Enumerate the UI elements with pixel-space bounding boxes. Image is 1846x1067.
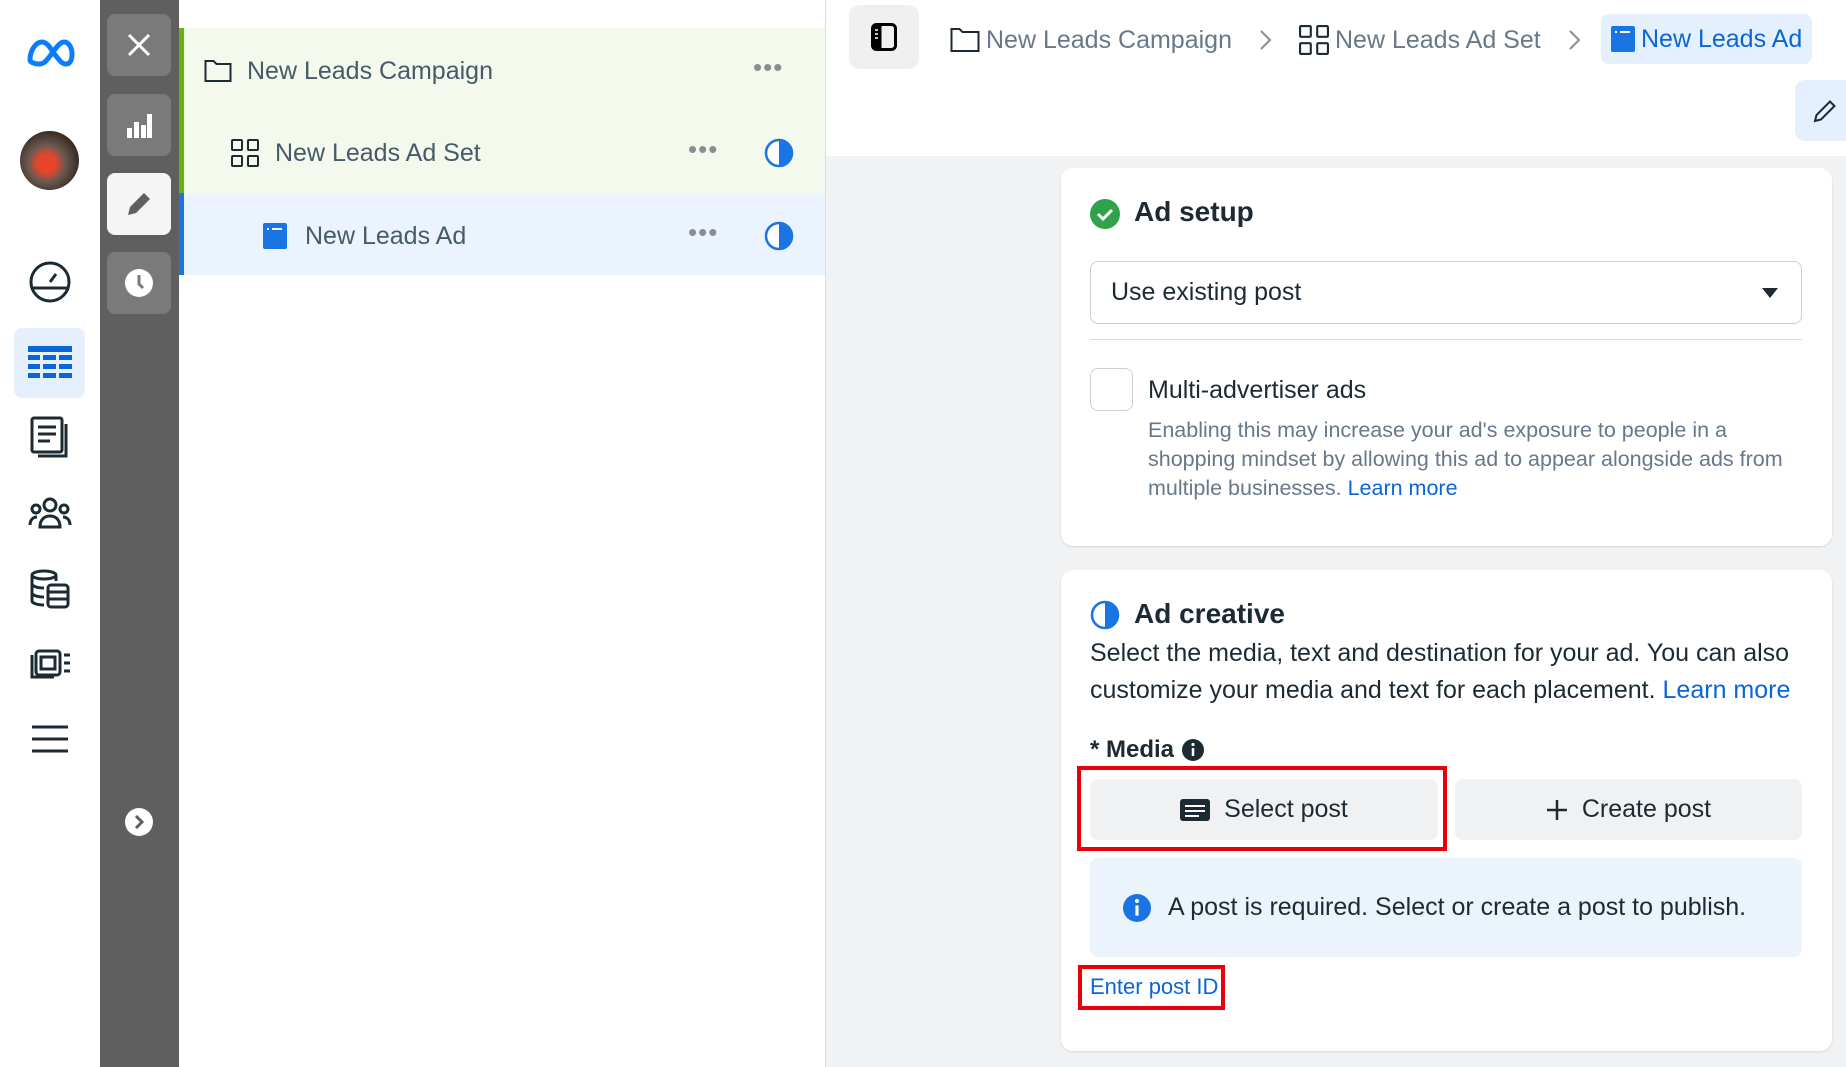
breadcrumb-ad-set[interactable]: New Leads Ad Set [1299,20,1541,60]
multi-advertiser-checkbox[interactable] [1090,368,1133,411]
audiences-icon[interactable] [24,487,76,539]
section-title: Ad creative [1134,598,1285,629]
ad-setup-card: Ad setup Use existing post Multi-adverti… [1061,168,1832,546]
section-description: Select the media, text and destination f… [1090,635,1820,709]
more-options-icon[interactable]: ••• [688,134,718,165]
media-label-text: * Media [1090,736,1175,763]
dashboard-gauge-icon[interactable] [24,256,76,308]
tree-item-ad-set[interactable]: New Leads Ad Set ••• [179,122,825,184]
folder-icon [204,60,232,82]
half-circle-status-icon [764,138,794,168]
info-icon[interactable] [1182,739,1205,761]
enter-post-id-link[interactable]: Enter post ID [1090,974,1218,1000]
more-options-icon[interactable]: ••• [688,217,718,248]
half-circle-status-icon [1090,600,1120,630]
meta-logo-icon[interactable] [24,27,76,79]
ads-manager-table-icon[interactable] [14,328,85,398]
select-post-button[interactable]: Select post [1090,779,1438,840]
description-text: Enabling this may increase your ad's exp… [1148,418,1783,500]
tree-item-ad[interactable]: New Leads Ad ••• [179,205,825,267]
breadcrumb-campaign[interactable]: New Leads Campaign [950,20,1232,60]
editor-header: New Leads Campaign New Leads Ad Set New … [826,0,1846,156]
editor-toolbar [100,0,179,1067]
create-post-button[interactable]: Create post [1455,779,1802,840]
chevron-right-icon [1569,30,1581,50]
history-button[interactable] [107,252,171,314]
media-label: * Media [1090,736,1205,764]
catalog-list-icon[interactable] [24,637,76,689]
pencil-icon [128,193,150,215]
tree-item-label: New Leads Campaign [247,56,493,85]
grid-icon [1299,25,1329,55]
check-circle-icon [1090,199,1120,229]
dropdown-value: Use existing post [1111,278,1302,306]
sidebar-toggle-icon [871,23,897,51]
toggle-panel-button[interactable] [849,5,919,69]
learn-more-link[interactable]: Learn more [1663,676,1791,704]
button-label: Select post [1224,795,1348,823]
learn-more-link[interactable]: Learn more [1348,476,1458,500]
menu-hamburger-icon[interactable] [24,713,76,765]
post-required-notice: A post is required. Select or create a p… [1090,858,1802,957]
chevron-right-icon [134,815,145,829]
breadcrumb-label: New Leads Campaign [986,25,1232,54]
checkbox-description: Enabling this may increase your ad's exp… [1148,416,1808,503]
ad-icon [263,223,287,249]
chevron-right-icon [1260,30,1272,50]
divider [1090,339,1802,340]
billing-database-icon[interactable] [24,563,76,615]
section-title: Ad setup [1134,196,1254,227]
tree-item-campaign[interactable]: New Leads Campaign ••• [179,40,825,102]
pages-icon[interactable] [24,411,76,463]
close-icon [127,33,151,57]
bar-chart-icon [127,114,152,138]
breadcrumb-ad-active[interactable]: New Leads Ad [1601,14,1813,64]
pencil-icon [1813,99,1836,122]
more-options-icon[interactable]: ••• [753,52,783,83]
campaign-tree-panel: New Leads Campaign ••• New Leads Ad Set … [179,0,826,1067]
tree-item-label: New Leads Ad [305,221,467,250]
folder-icon [950,28,980,52]
edit-name-button[interactable] [1795,80,1846,141]
tree-item-label: New Leads Ad Set [275,138,481,167]
checkbox-label: Multi-advertiser ads [1148,376,1367,404]
button-label: Create post [1581,795,1712,823]
breadcrumb-label: New Leads Ad [1641,24,1803,53]
clock-icon [125,269,153,297]
reporting-button[interactable] [107,94,171,156]
creative-source-dropdown[interactable]: Use existing post [1090,261,1802,324]
caret-down-icon [1762,288,1778,298]
close-button[interactable] [107,14,171,76]
global-nav-rail [0,0,100,1067]
post-icon [1180,798,1211,821]
avatar[interactable] [20,131,79,190]
grid-icon [231,139,259,167]
plus-icon [1546,799,1567,820]
expand-chevron-button[interactable] [125,808,153,836]
breadcrumb-label: New Leads Ad Set [1335,25,1541,54]
ad-icon [1611,26,1635,52]
edit-button[interactable] [107,173,171,235]
notice-text: A post is required. Select or create a p… [1168,893,1747,921]
half-circle-status-icon [764,221,794,251]
info-icon [1123,893,1151,922]
